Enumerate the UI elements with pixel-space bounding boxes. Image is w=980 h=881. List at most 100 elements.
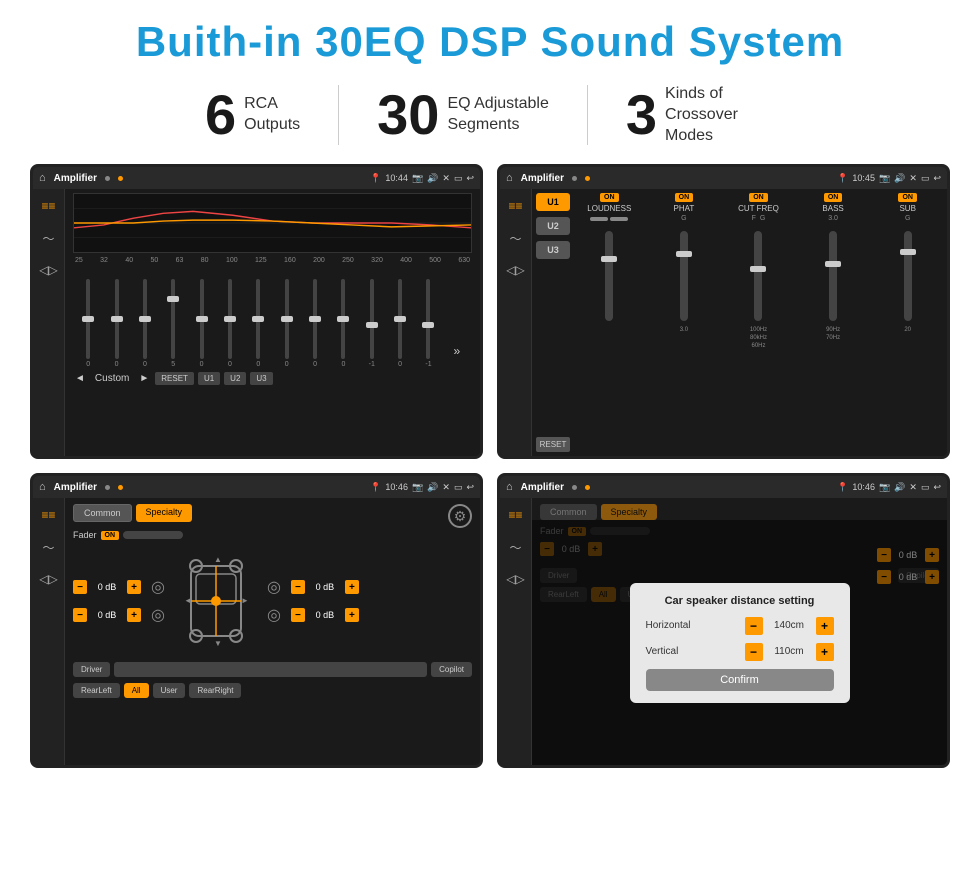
screen-content-2: ≡≡ 〜 ◁▷ U1 U2 U3 RESET ON L bbox=[500, 189, 947, 456]
home-icon-1[interactable]: ⌂ bbox=[39, 172, 46, 184]
svg-text:◄: ◄ bbox=[184, 596, 192, 605]
eq-slider-10: 0 bbox=[330, 279, 356, 368]
svg-text:▲: ▲ bbox=[214, 555, 222, 564]
speaker-icon-3[interactable]: ◁▷ bbox=[38, 570, 60, 588]
horizontal-plus-btn[interactable]: + bbox=[816, 617, 834, 635]
phat-on[interactable]: ON bbox=[675, 193, 694, 202]
status-dot-3 bbox=[572, 176, 577, 181]
rr-db-value: 0 dB bbox=[311, 610, 339, 620]
right-speakers: ◎ − 0 dB + ◎ − 0 dB + bbox=[267, 577, 359, 625]
rearleft-btn[interactable]: RearLeft bbox=[73, 683, 120, 698]
status-dot-4 bbox=[585, 176, 590, 181]
speaker-row-rl: − 0 dB + ◎ bbox=[73, 605, 165, 625]
rl-minus-btn[interactable]: − bbox=[73, 608, 87, 622]
settings-icon[interactable]: ⚙ bbox=[448, 504, 472, 528]
close-icon-2: ✕ bbox=[909, 173, 917, 184]
wave-icon[interactable]: 〜 bbox=[38, 229, 60, 247]
loudness-slider[interactable] bbox=[605, 231, 613, 321]
copilot-btn[interactable]: Copilot bbox=[431, 662, 472, 677]
cutfreq-slider[interactable] bbox=[754, 231, 762, 321]
cross-controls: ON LOUDNESS ON bbox=[574, 193, 943, 452]
stat-rca: 6 RCAOutputs bbox=[167, 87, 338, 143]
stats-row: 6 RCAOutputs 30 EQ AdjustableSegments 3 … bbox=[30, 84, 950, 146]
vertical-label: Vertical bbox=[646, 646, 706, 657]
rl-plus-btn[interactable]: + bbox=[127, 608, 141, 622]
eq-prev-btn[interactable]: ◄ bbox=[73, 373, 87, 384]
status-dot-1 bbox=[105, 176, 110, 181]
preset-u2[interactable]: U2 bbox=[536, 217, 570, 235]
speaker-row-fl: − 0 dB + ◎ bbox=[73, 577, 165, 597]
home-icon-3[interactable]: ⌂ bbox=[39, 481, 46, 493]
fader-slider[interactable] bbox=[123, 531, 183, 539]
vertical-plus-btn[interactable]: + bbox=[816, 643, 834, 661]
driver-btn[interactable]: Driver bbox=[73, 662, 110, 677]
speaker-icon-4[interactable]: ◁▷ bbox=[505, 570, 527, 588]
sub-slider[interactable] bbox=[904, 231, 912, 321]
rearright-btn[interactable]: RearRight bbox=[189, 683, 241, 698]
fl-db-value: 0 dB bbox=[93, 582, 121, 592]
eq-icon-4[interactable]: ≡≡ bbox=[505, 506, 527, 524]
preset-u3[interactable]: U3 bbox=[536, 241, 570, 259]
wave-icon-2[interactable]: 〜 bbox=[505, 229, 527, 247]
rr-minus-btn[interactable]: − bbox=[291, 608, 305, 622]
eq-slider-expand[interactable]: » bbox=[444, 344, 470, 368]
camera-icon-3: 📷 bbox=[412, 482, 423, 493]
bass-on[interactable]: ON bbox=[824, 193, 843, 202]
side-icons-2: ≡≡ 〜 ◁▷ bbox=[500, 189, 532, 456]
horizontal-minus-btn[interactable]: − bbox=[745, 617, 763, 635]
eq-icon[interactable]: ≡≡ bbox=[38, 197, 60, 215]
fader-on-badge[interactable]: ON bbox=[101, 531, 120, 540]
cutfreq-freq1: 100Hz bbox=[750, 327, 767, 333]
tab-specialty[interactable]: Specialty bbox=[136, 504, 193, 522]
home-icon-4[interactable]: ⌂ bbox=[506, 481, 513, 493]
screen-content-3: ≡≡ 〜 ◁▷ Common Specialty Fader bbox=[33, 498, 480, 765]
speaker-icon-2[interactable]: ◁▷ bbox=[505, 261, 527, 279]
eq-slider-11: -1 bbox=[359, 279, 385, 368]
status-title-4: Amplifier bbox=[521, 482, 564, 493]
eq-next-btn[interactable]: ► bbox=[137, 373, 151, 384]
cross-presets: U1 U2 U3 RESET bbox=[536, 193, 570, 452]
fl-plus-btn[interactable]: + bbox=[127, 580, 141, 594]
eq-u3-btn[interactable]: U3 bbox=[250, 372, 272, 385]
vertical-minus-btn[interactable]: − bbox=[745, 643, 763, 661]
all-btn[interactable]: All bbox=[124, 683, 149, 698]
eq-u2-btn[interactable]: U2 bbox=[224, 372, 246, 385]
wave-icon-4[interactable]: 〜 bbox=[505, 538, 527, 556]
sub-on[interactable]: ON bbox=[898, 193, 917, 202]
cross-reset-btn[interactable]: RESET bbox=[536, 437, 570, 452]
location-icon-1: 📍 bbox=[370, 173, 381, 184]
status-dot-2 bbox=[118, 176, 123, 181]
screen-dialog: ⌂ Amplifier 📍 10:46 📷 🔊 ✕ ▭ ↩ ≡≡ 〜 bbox=[497, 473, 950, 768]
eq-icon-2[interactable]: ≡≡ bbox=[505, 197, 527, 215]
bass-slider[interactable] bbox=[829, 231, 837, 321]
fr-minus-btn[interactable]: − bbox=[291, 580, 305, 594]
close-icon-4: ✕ bbox=[909, 482, 917, 493]
tab-common[interactable]: Common bbox=[73, 504, 132, 522]
fl-minus-btn[interactable]: − bbox=[73, 580, 87, 594]
stat-number-crossover: 3 bbox=[626, 87, 657, 143]
close-icon-1: ✕ bbox=[442, 173, 450, 184]
user-btn[interactable]: User bbox=[153, 683, 186, 698]
preset-u1[interactable]: U1 bbox=[536, 193, 570, 211]
eq-u1-btn[interactable]: U1 bbox=[198, 372, 220, 385]
fl-speaker-icon: ◎ bbox=[151, 577, 165, 597]
eq-slider-7: 0 bbox=[245, 279, 271, 368]
home-icon-2[interactable]: ⌂ bbox=[506, 172, 513, 184]
fader-label: Fader bbox=[73, 530, 97, 540]
loudness-on[interactable]: ON bbox=[600, 193, 619, 202]
fader-label-row: Fader ON bbox=[73, 530, 192, 540]
wave-icon-3[interactable]: 〜 bbox=[38, 538, 60, 556]
cutfreq-on[interactable]: ON bbox=[749, 193, 768, 202]
cutfreq-freq2: 80kHz bbox=[750, 335, 767, 341]
phat-slider[interactable] bbox=[680, 231, 688, 321]
eq-icon-3[interactable]: ≡≡ bbox=[38, 506, 60, 524]
fr-plus-btn[interactable]: + bbox=[345, 580, 359, 594]
confirm-btn[interactable]: Confirm bbox=[646, 669, 834, 691]
side-icons-1: ≡≡ 〜 ◁▷ bbox=[33, 189, 65, 456]
eq-slider-4: 5 bbox=[160, 279, 186, 368]
speaker-icon[interactable]: ◁▷ bbox=[38, 261, 60, 279]
rr-plus-btn[interactable]: + bbox=[345, 608, 359, 622]
eq-preset-custom[interactable]: Custom bbox=[91, 373, 133, 384]
rr-speaker-icon: ◎ bbox=[267, 605, 281, 625]
eq-reset-btn[interactable]: RESET bbox=[155, 372, 194, 385]
